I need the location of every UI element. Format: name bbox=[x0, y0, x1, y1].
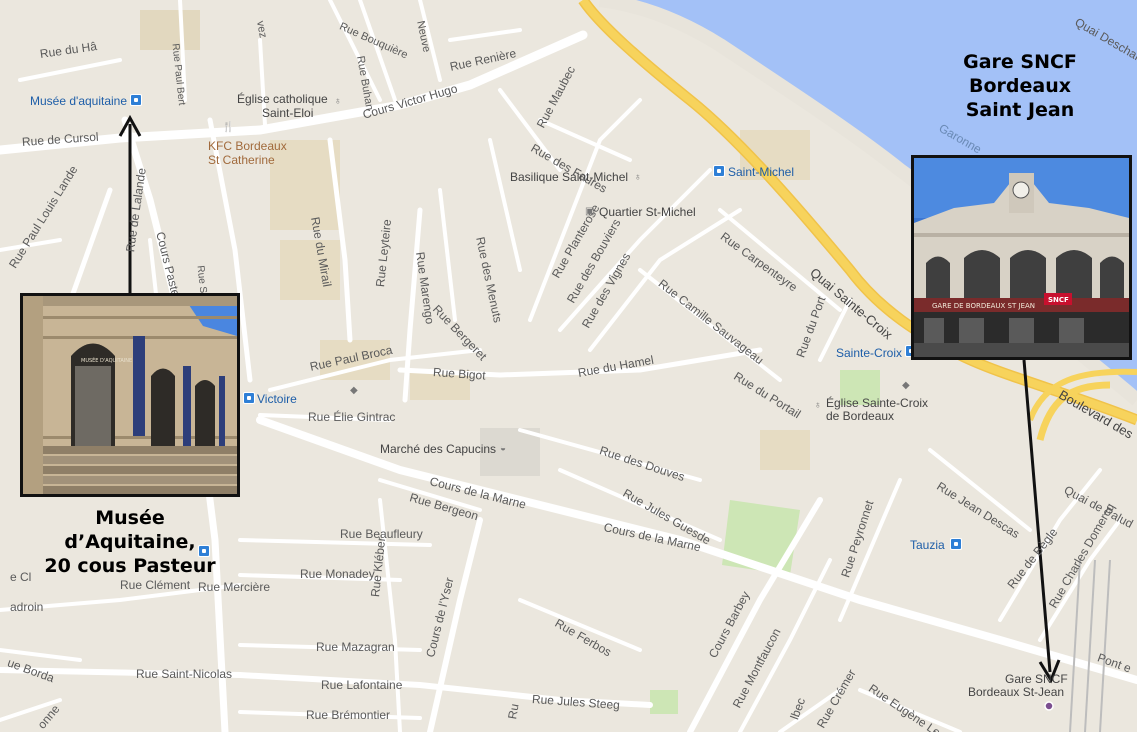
poi-label-basilique[interactable]: Basilique Saint-Michel bbox=[510, 170, 628, 184]
map-canvas[interactable]: Rue du Hâ Rue Paul Bert vez Rue Buhan Ru… bbox=[0, 0, 1137, 732]
street-label: Rue Monadey bbox=[300, 567, 375, 581]
block bbox=[760, 430, 810, 470]
street-label: adroin bbox=[10, 600, 44, 614]
gare-caption-line3: Saint Jean bbox=[965, 99, 1075, 121]
poi-label-eglise-croix-2[interactable]: de Bordeaux bbox=[826, 409, 894, 423]
gare-photo-art: GARE DE BORDEAUX ST JEAN SNCF bbox=[914, 158, 1129, 357]
school-icon: ◆ bbox=[350, 385, 358, 396]
poi-label-eglise-eloi[interactable]: Église catholique bbox=[237, 92, 328, 106]
transit-icon[interactable] bbox=[130, 94, 142, 106]
church-icon: ♁ bbox=[334, 96, 342, 107]
gare-marker bbox=[1044, 701, 1054, 711]
street-label: Rue Mazagran bbox=[316, 640, 395, 654]
church-icon: ♁ bbox=[634, 172, 642, 183]
street-label: Rue Brémontier bbox=[306, 708, 391, 722]
poi-label-musee[interactable]: Musée d'aquitaine bbox=[30, 94, 127, 108]
musee-caption-line1: Musée bbox=[95, 507, 165, 529]
transit-label-saint-michel[interactable]: Saint-Michel bbox=[728, 165, 794, 179]
street-label: Rue Lafontaine bbox=[321, 678, 403, 692]
street-label: Rue Clément bbox=[120, 578, 191, 592]
transit-icon[interactable] bbox=[950, 538, 962, 550]
poi-label-eglise-eloi-2[interactable]: Saint-Eloi bbox=[262, 106, 313, 120]
street-label: Ru bbox=[505, 702, 522, 721]
street-label: Rue Saint-Nicolas bbox=[136, 667, 233, 681]
musee-caption-line3: 20 cous Pasteur bbox=[44, 555, 216, 577]
landmark-icon: ▣ bbox=[585, 206, 595, 217]
school-icon: ◆ bbox=[902, 380, 910, 391]
park bbox=[650, 690, 678, 714]
sncf-logo-text: SNCF bbox=[1048, 296, 1069, 304]
musee-caption: Musée d’Aquitaine, 20 cous Pasteur bbox=[20, 506, 240, 578]
musee-photo-art: MUSÉE D'AQUITAINE bbox=[23, 296, 237, 494]
gare-sign-text: GARE DE BORDEAUX ST JEAN bbox=[932, 302, 1035, 310]
street-label: Rue Mercière bbox=[198, 580, 271, 594]
poi-label-gare-2[interactable]: Bordeaux St-Jean bbox=[968, 685, 1064, 699]
gare-caption-line2: Bordeaux bbox=[969, 75, 1071, 97]
gare-photo: GARE DE BORDEAUX ST JEAN SNCF bbox=[911, 155, 1132, 360]
church-icon: ♁ bbox=[814, 400, 822, 411]
poi-label-gare[interactable]: Gare SNCF bbox=[1005, 672, 1068, 686]
poi-label-kfc[interactable]: KFC Bordeaux bbox=[208, 139, 287, 153]
poi-label-quartier[interactable]: Quartier St-Michel bbox=[599, 205, 696, 219]
market-icon: ◒ bbox=[500, 443, 507, 454]
transit-label-sainte-croix[interactable]: Sainte-Croix bbox=[836, 346, 902, 360]
transit-icon[interactable] bbox=[243, 392, 255, 404]
food-icon: 🍴 bbox=[222, 122, 235, 133]
musee-caption-line2: d’Aquitaine, bbox=[64, 531, 196, 553]
musee-plaque-text: MUSÉE D'AQUITAINE bbox=[81, 356, 132, 364]
gare-caption: Gare SNCF Bordeaux Saint Jean bbox=[930, 50, 1110, 122]
transit-icon[interactable] bbox=[713, 165, 725, 177]
gare-caption-line1: Gare SNCF bbox=[963, 51, 1077, 73]
poi-label-eglise-croix[interactable]: Église Sainte-Croix bbox=[826, 396, 928, 410]
street-label: Rue Élie Gintrac bbox=[308, 410, 396, 424]
transit-label-tauzia[interactable]: Tauzia bbox=[910, 538, 945, 552]
poi-label-marche[interactable]: Marché des Capucins bbox=[380, 442, 496, 456]
musee-photo: MUSÉE D'AQUITAINE bbox=[20, 293, 240, 497]
poi-label-kfc-2[interactable]: St Catherine bbox=[208, 153, 275, 167]
transit-label-victoire[interactable]: Victoire bbox=[257, 392, 297, 406]
